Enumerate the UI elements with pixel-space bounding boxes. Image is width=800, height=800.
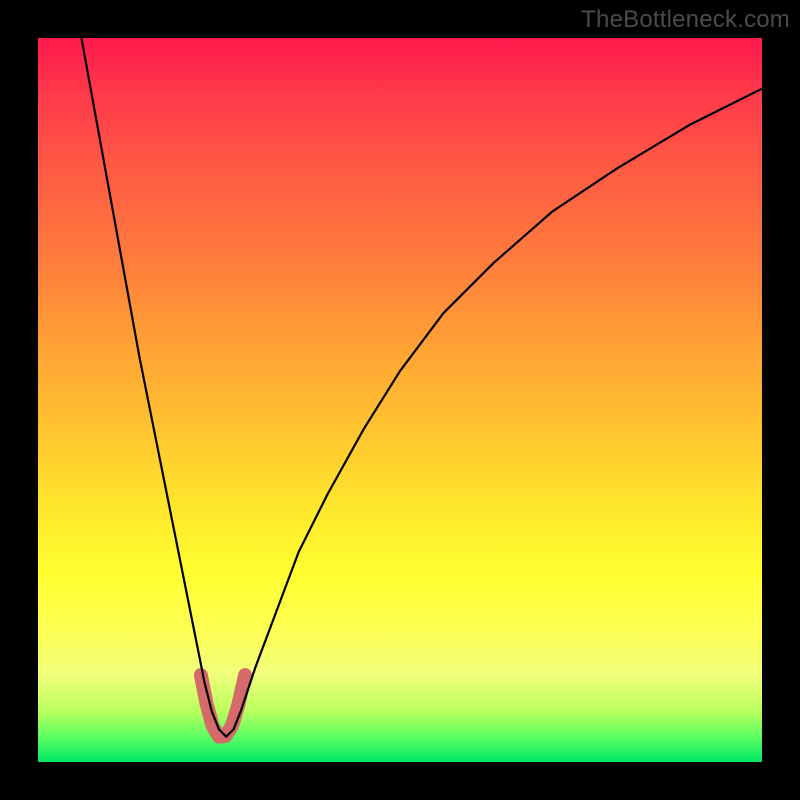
bottleneck-curve: [81, 38, 762, 737]
chart-svg: [38, 38, 762, 762]
watermark-text: TheBottleneck.com: [581, 6, 790, 34]
valley-highlight: [201, 675, 245, 737]
chart-frame: TheBottleneck.com: [0, 0, 800, 800]
plot-area: [38, 38, 762, 762]
